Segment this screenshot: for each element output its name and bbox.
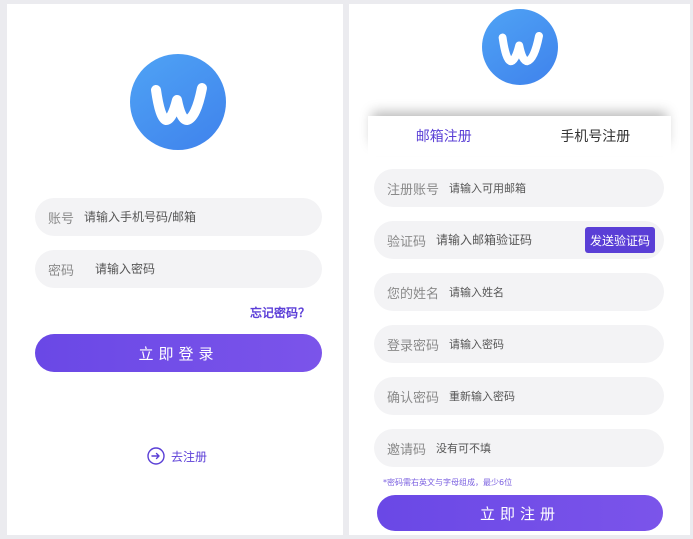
invite-code-label: 邀请码	[387, 442, 427, 458]
tab-phone-register[interactable]: 手机号注册	[520, 126, 672, 146]
arrow-circle-right-icon	[147, 447, 165, 465]
name-input[interactable]	[449, 285, 610, 299]
login-password-field: 登录密码	[374, 325, 664, 363]
invite-code-field: 邀请码	[374, 429, 664, 467]
password-field: 密码	[35, 250, 322, 288]
forgot-password-link[interactable]: 忘记密码？	[250, 304, 310, 321]
login-panel: 账号 密码 忘记密码？ 立即登录 去注册	[7, 4, 343, 535]
password-hint: *密码需右英文与字母组成，最少6位	[383, 478, 513, 487]
go-register-label: 去注册	[171, 449, 208, 464]
password-label: 密码	[48, 263, 75, 279]
register-tabs: 邮箱注册 手机号注册	[368, 116, 671, 156]
password-input[interactable]	[95, 262, 256, 276]
verification-code-field: 验证码 发送验证码	[374, 221, 664, 259]
verification-code-input[interactable]	[436, 233, 567, 247]
account-input[interactable]	[84, 210, 245, 224]
tab-email-register[interactable]: 邮箱注册	[368, 126, 520, 146]
go-register-link[interactable]: 去注册	[147, 447, 207, 465]
app-logo-icon	[130, 54, 226, 150]
account-label: 账号	[48, 211, 75, 227]
verification-code-label: 验证码	[387, 234, 427, 250]
login-button[interactable]: 立即登录	[35, 334, 322, 372]
login-password-input[interactable]	[449, 337, 610, 351]
name-field: 您的姓名	[374, 273, 664, 311]
register-account-input[interactable]	[449, 181, 610, 195]
register-account-field: 注册账号	[374, 169, 664, 207]
confirm-password-label: 确认密码	[387, 390, 440, 406]
app-logo-icon	[482, 9, 558, 85]
register-panel: 邮箱注册 手机号注册 注册账号 验证码 发送验证码 您的姓名 登录密码 确认密码…	[349, 4, 690, 535]
account-field: 账号	[35, 198, 322, 236]
confirm-password-field: 确认密码	[374, 377, 664, 415]
login-password-label: 登录密码	[387, 338, 440, 354]
confirm-password-input[interactable]	[449, 389, 610, 403]
register-account-label: 注册账号	[387, 182, 440, 198]
send-code-button[interactable]: 发送验证码	[584, 227, 655, 253]
register-button[interactable]: 立即注册	[377, 495, 663, 531]
invite-code-input[interactable]	[436, 441, 597, 455]
name-label: 您的姓名	[387, 286, 440, 302]
